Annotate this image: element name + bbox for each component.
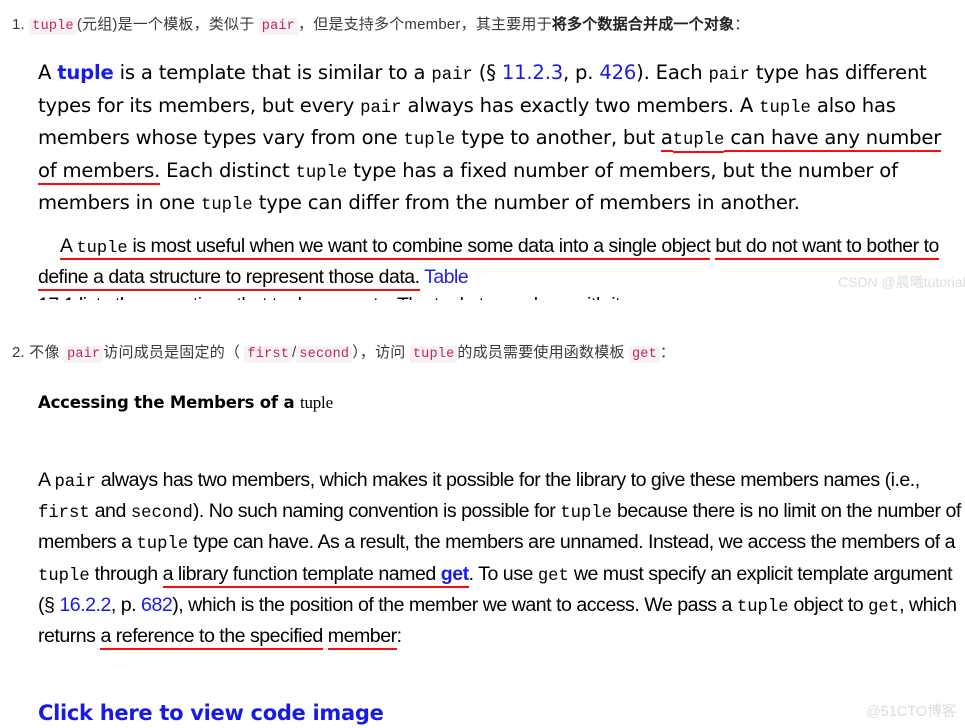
text-paren-section: (§ (472, 61, 502, 84)
code-tuple-5: tuple (201, 196, 253, 216)
code-tuple-2: tuple (759, 98, 811, 118)
b-word-a: A (38, 469, 55, 491)
b-code-tuple-4: tuple (736, 597, 789, 617)
excerpt-b-heading: Accessing the Members of a tuple (38, 392, 965, 414)
annotation-underline-library-fn: a library function template named get (162, 562, 469, 588)
b-code-first: first (38, 504, 90, 524)
list-item-2-text-a: 不像 (29, 344, 60, 361)
list-item-2-number: 2. (12, 344, 25, 361)
p2-underline-run-1: A tuple is most useful when we want to c… (60, 234, 711, 260)
excerpt-b-paragraph: A pair always has two members, which mak… (38, 466, 965, 651)
b-text-always-two: always has two members, which makes it p… (95, 469, 736, 491)
text-type-can-differ: type can differ from the number of membe… (252, 191, 800, 215)
b-text-to-access: to access. We pass a (556, 593, 737, 616)
b-code-second: second (130, 504, 193, 524)
code-pair-1: pair (431, 66, 473, 85)
list-item-1-emphasis: 将多个数据合并成一个对象 (551, 16, 735, 33)
b-code-tuple-2: tuple (136, 535, 189, 555)
b-text-as-a-result: As a result, the members are unnamed. In… (317, 531, 956, 554)
link-page-426[interactable]: 426 (599, 61, 636, 84)
excerpt-a-paragraph-1: A tuple is a template that is similar to… (38, 58, 965, 221)
text-after-ref: ). Each (636, 61, 709, 84)
link-section-11-2-3[interactable]: 11.2.3 (502, 61, 563, 84)
b-text-underlined-lib: a library function template named (162, 562, 441, 585)
inline-code-pair: pair (258, 18, 298, 35)
word-a: A (38, 61, 52, 84)
inline-code-tuple-2: tuple (409, 346, 458, 363)
b-text-through: through (94, 562, 163, 585)
b-text-no-such: ). No such naming convention is possible… (192, 500, 556, 523)
inline-code-second: second (296, 346, 353, 363)
text-is-a-template: is a template that is similar to a (113, 61, 432, 84)
b-code-tuple-3: tuple (38, 566, 90, 586)
link-table-17-1[interactable]: Table (420, 266, 469, 288)
inline-code-pair-2: pair (64, 346, 104, 363)
annotation-underline-a: a (660, 126, 673, 153)
list-item-1-text-a: (元组)是一个模板，类似于 (76, 16, 255, 33)
keyword-tuple-blue: tuple (57, 61, 114, 84)
annotation-underline-tuple: tuple (672, 131, 725, 154)
list-item-1-text-b: ，但是支持多个member，其主要用于 (298, 16, 552, 33)
b-text-comma-p2: , p. (110, 593, 142, 616)
heading-text: Accessing the Members of a (38, 393, 300, 412)
list-item-2-text-b: 访问成员是固定的（ (103, 344, 241, 361)
b-text-colon: : (396, 625, 402, 648)
b-code-pair: pair (54, 473, 96, 492)
text-type-to-another: type to another, but (455, 126, 661, 150)
excerpt-a-paragraph-2: A tuple is most useful when we want to c… (38, 232, 965, 300)
b-text-we-must: we must specify an explicit (568, 562, 793, 585)
p2-text-line3: 17.1 lists the operations that tuple sup… (38, 294, 630, 300)
list-item-2-text-d: 的成员需要使用函数模板 (457, 344, 625, 361)
code-tuple-3: tuple (403, 131, 456, 151)
inline-code-tuple: tuple (29, 18, 77, 35)
list-item-2-text-c: ），访问 (352, 344, 406, 361)
list-item-2: 2. 不像 pair 访问成员是固定的（ first / second ），访问 tup… (12, 343, 675, 365)
p2-word-a: A (60, 234, 77, 257)
b-text-period-to-use: . To use (468, 562, 538, 585)
heading-code-tuple: tuple (299, 393, 333, 412)
inline-code-first: first (244, 346, 292, 363)
annotation-underline-reference: a reference to the specified (100, 625, 323, 651)
annotation-underline-member: member (327, 625, 397, 651)
list-item-1: 1. tuple (元组)是一个模板，类似于 pair ，但是支持多个member，… (12, 15, 749, 37)
list-item-1-number: 1. (12, 16, 25, 33)
b-text-type-can-have: type can have. (188, 531, 314, 554)
inline-code-get: get (628, 346, 660, 363)
list-item-2-text-e: ： (659, 344, 676, 361)
link-section-16-2-2[interactable]: 16.2.2 (59, 594, 111, 616)
b-text-object-to: object to (788, 593, 869, 616)
book-excerpt-accessing-members: Accessing the Members of a tuple A pair … (38, 392, 965, 728)
book-excerpt-tuple-intro: A tuple is a template that is similar to… (38, 58, 965, 300)
link-page-682[interactable]: 682 (141, 594, 173, 616)
b-code-get-2: get (868, 597, 900, 617)
view-code-image-link[interactable]: Click here to view code image (38, 700, 384, 726)
text-always-two: always has exactly two members. A (401, 93, 760, 117)
b-text-members-names: members names (i.e., (740, 469, 920, 491)
code-pair-2: pair (708, 66, 750, 85)
keyword-get-blue: get (440, 562, 469, 585)
p2-code-tuple: tuple (76, 238, 128, 258)
code-pair-3: pair (360, 98, 402, 118)
text-comma-p: , p. (563, 61, 600, 84)
b-text-and: and (89, 500, 131, 523)
b-code-tuple-1: tuple (560, 504, 612, 524)
code-tuple-4: tuple (295, 163, 348, 183)
b-text-which-is-pos: ), which is the position of the member w… (172, 593, 552, 616)
b-code-get-1: get (537, 566, 569, 586)
p2-text-most-useful: is most useful when we want to combine s… (127, 234, 711, 257)
list-item-1-text-c: ： (734, 16, 750, 33)
text-each-distinct: Each distinct (160, 158, 296, 182)
